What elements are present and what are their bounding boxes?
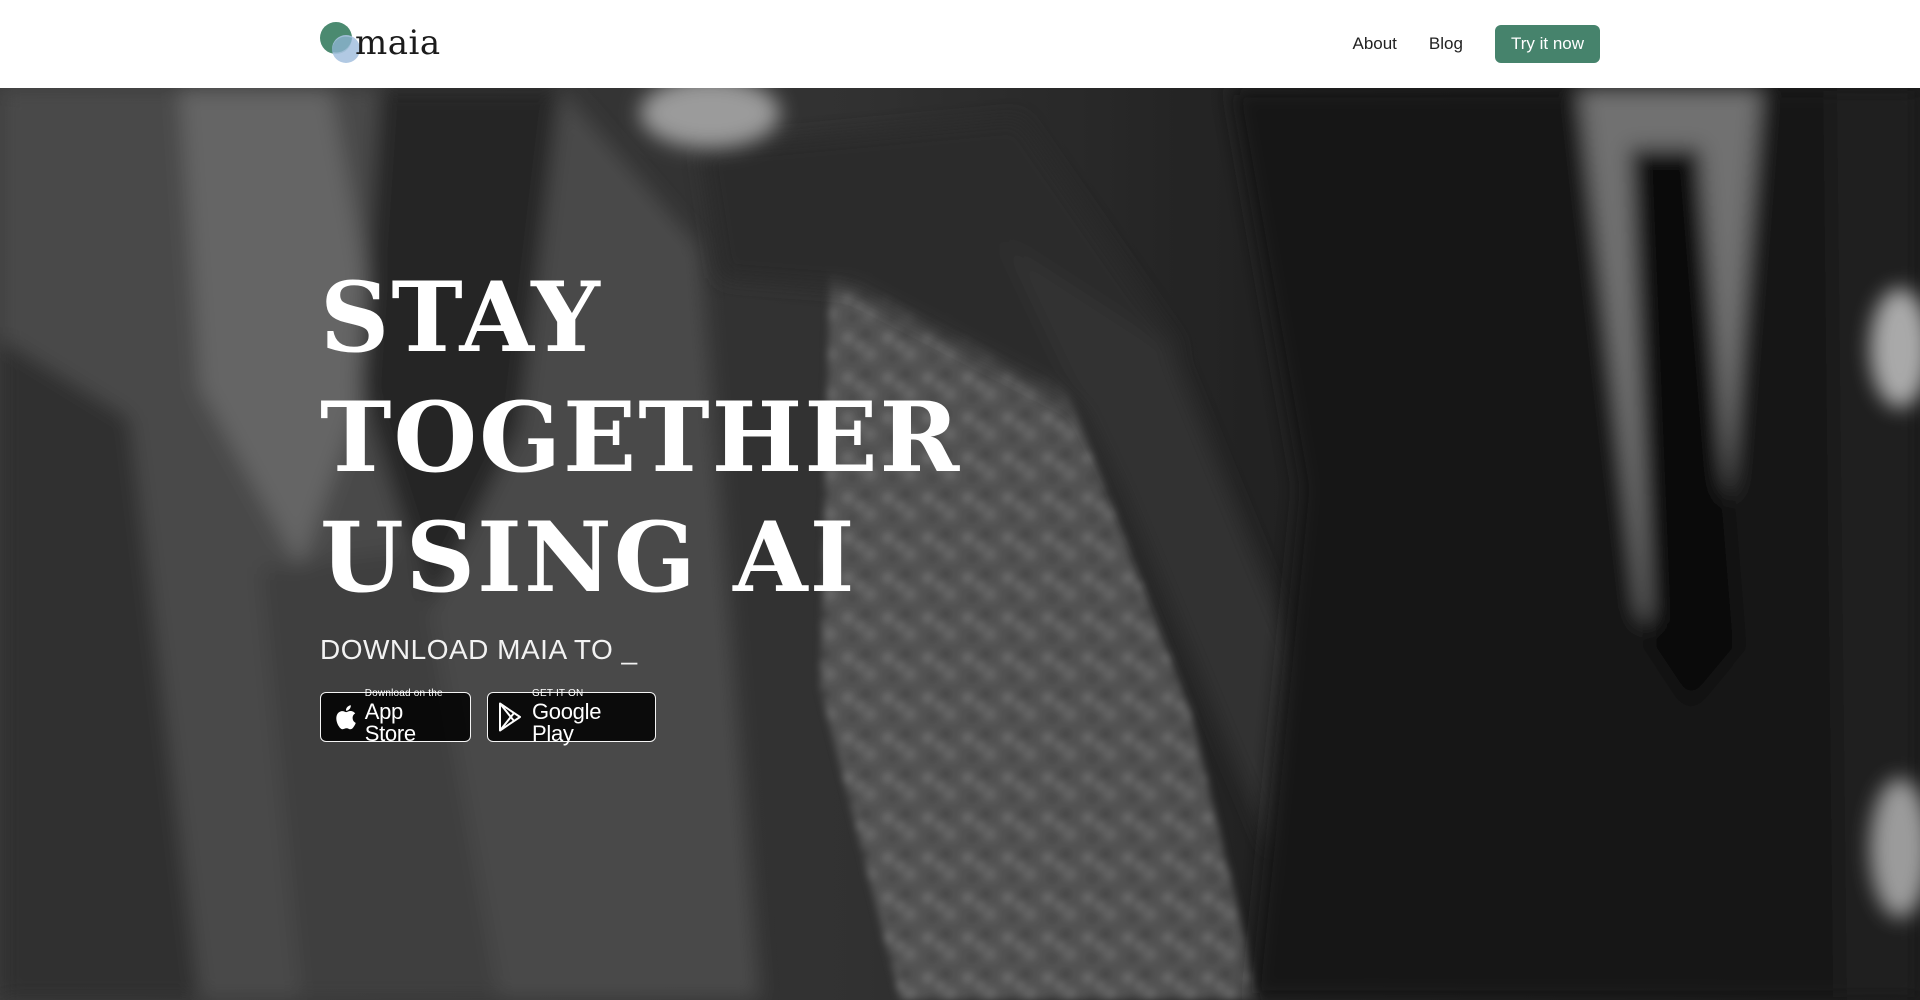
try-it-now-button[interactable]: Try it now bbox=[1494, 24, 1600, 63]
google-play-badge[interactable]: GET IT ON Google Play bbox=[487, 689, 656, 745]
hero-title-line-1: STAY bbox=[320, 261, 602, 374]
apple-icon bbox=[331, 702, 359, 732]
google-play-badge-text: GET IT ON Google Play bbox=[532, 689, 644, 745]
logo-text: maia bbox=[355, 23, 441, 63]
app-store-badge-text: Download on the App Store bbox=[365, 689, 459, 745]
app-store-badge[interactable]: Download on the App Store bbox=[320, 689, 471, 745]
google-play-badge-small: GET IT ON bbox=[532, 688, 584, 699]
hero-subtitle: DOWNLOAD MAIA TO _ bbox=[320, 634, 638, 665]
logo[interactable]: maia bbox=[319, 22, 441, 66]
play-store-icon bbox=[498, 702, 526, 732]
hero-section: STAY TOGETHER USING AI DOWNLOAD MAIA TO … bbox=[0, 88, 1920, 1000]
main-nav: About Blog Try it now bbox=[1352, 24, 1600, 63]
hero-content: STAY TOGETHER USING AI DOWNLOAD MAIA TO … bbox=[320, 258, 1220, 745]
hero-title: STAY TOGETHER USING AI bbox=[320, 258, 1220, 618]
app-store-badge-big: App Store bbox=[364, 699, 416, 746]
google-play-badge-big: Google Play bbox=[532, 699, 602, 746]
hero-title-line-3: USING AI bbox=[320, 501, 857, 614]
hero-title-line-2: TOGETHER bbox=[320, 381, 962, 494]
nav-link-blog[interactable]: Blog bbox=[1429, 34, 1463, 54]
site-header: maia About Blog Try it now bbox=[0, 0, 1920, 88]
store-badges: Download on the App Store GET IT ON Goog… bbox=[320, 689, 1220, 745]
app-store-badge-small: Download on the bbox=[364, 688, 443, 699]
nav-link-about[interactable]: About bbox=[1352, 34, 1396, 54]
